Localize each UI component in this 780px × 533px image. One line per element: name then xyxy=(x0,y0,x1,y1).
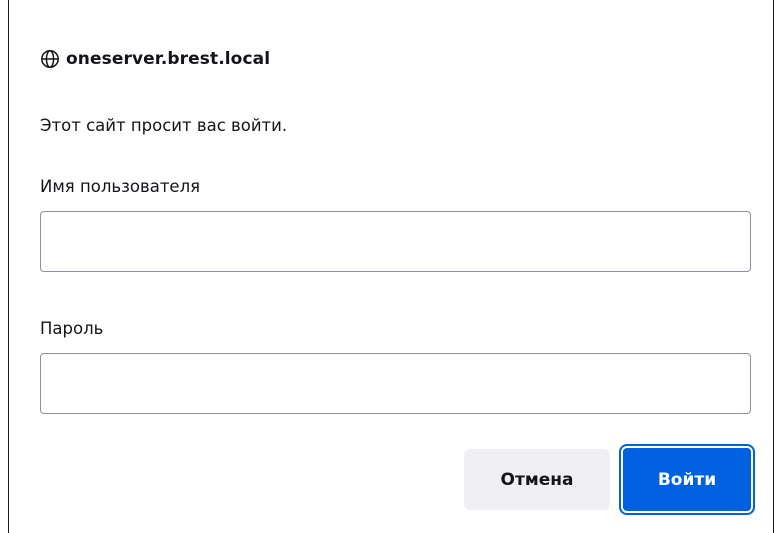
auth-window: oneserver.brest.local Этот сайт просит в… xyxy=(0,0,780,533)
login-prompt-message: Этот сайт просит вас войти. xyxy=(40,116,288,135)
login-dialog: oneserver.brest.local Этот сайт просит в… xyxy=(9,0,773,533)
password-label: Пароль xyxy=(40,319,104,338)
site-origin: oneserver.brest.local xyxy=(40,47,270,71)
window-right-border xyxy=(773,0,774,533)
cancel-button[interactable]: Отмена xyxy=(464,449,610,510)
password-input[interactable] xyxy=(40,353,751,414)
login-button[interactable]: Войти xyxy=(621,446,753,513)
globe-icon xyxy=(40,49,60,69)
username-label: Имя пользователя xyxy=(40,177,201,196)
username-input[interactable] xyxy=(40,211,751,272)
site-origin-text: oneserver.brest.local xyxy=(66,49,271,69)
